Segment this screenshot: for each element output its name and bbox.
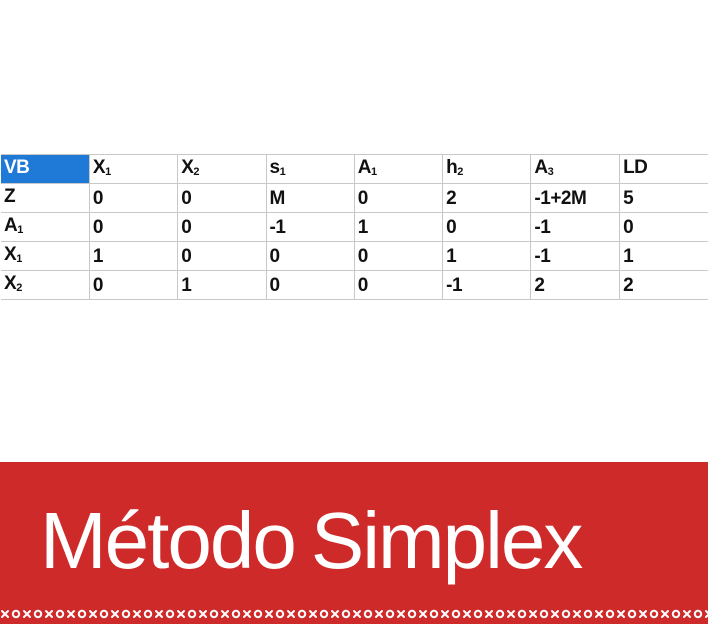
decorative-pattern-strip: [0, 606, 708, 624]
tableau-row-x1: X1 1 0 0 0 1 -1 1: [1, 241, 708, 271]
header-cell-x1[interactable]: X1: [89, 154, 179, 184]
table-cell[interactable]: -1: [266, 212, 355, 242]
table-cell[interactable]: M: [266, 183, 355, 213]
row-label-cell[interactable]: A1: [1, 212, 90, 242]
tableau-row-a1: A1 0 0 -1 1 0 -1 0: [1, 212, 708, 242]
header-cell-ld[interactable]: LD: [619, 154, 708, 184]
table-cell[interactable]: 2: [530, 270, 621, 300]
tableau-header-row: VB X1 X2 s1 A1 h2 A3 LD: [1, 154, 708, 184]
banner-title-word1: Método: [40, 496, 297, 585]
table-cell[interactable]: 5: [619, 183, 708, 213]
table-cell[interactable]: 0: [354, 183, 444, 213]
banner-title: Método Simplex: [40, 496, 597, 586]
table-cell[interactable]: 1: [89, 241, 179, 271]
row-label-cell[interactable]: X2: [1, 270, 90, 300]
table-cell[interactable]: 0: [619, 212, 708, 242]
table-cell[interactable]: 0: [177, 212, 267, 242]
table-cell[interactable]: 2: [442, 183, 532, 213]
table-cell[interactable]: 0: [89, 183, 179, 213]
header-cell-a3[interactable]: A3: [530, 154, 621, 184]
tableau-row-x2: X2 0 1 0 0 -1 2 2: [1, 270, 708, 300]
table-cell[interactable]: 2: [619, 270, 708, 300]
table-cell[interactable]: 1: [442, 241, 532, 271]
table-cell[interactable]: 0: [442, 212, 532, 242]
row-label-cell[interactable]: Z: [1, 183, 90, 213]
table-cell[interactable]: -1+2M: [530, 183, 621, 213]
row-label-cell[interactable]: X1: [1, 241, 90, 271]
banner-title-word2: Simplex: [310, 496, 584, 585]
table-cell[interactable]: 1: [177, 270, 267, 300]
table-cell[interactable]: 0: [266, 270, 355, 300]
table-cell[interactable]: -1: [530, 241, 621, 271]
table-cell[interactable]: 1: [619, 241, 708, 271]
table-cell[interactable]: -1: [442, 270, 532, 300]
header-cell-a1[interactable]: A1: [354, 154, 444, 184]
table-cell[interactable]: 0: [177, 241, 267, 271]
table-cell[interactable]: 0: [89, 270, 179, 300]
title-banner: Método Simplex: [0, 462, 708, 608]
xo-pattern-icon: [0, 606, 708, 624]
header-cell-h2[interactable]: h2: [442, 154, 532, 184]
tableau-row-z: Z 0 0 M 0 2 -1+2M 5: [1, 183, 708, 213]
table-cell[interactable]: 0: [354, 270, 444, 300]
table-cell[interactable]: 1: [354, 212, 444, 242]
header-cell-x2[interactable]: X2: [177, 154, 267, 184]
header-cell-s1[interactable]: s1: [266, 154, 355, 184]
table-cell[interactable]: 0: [354, 241, 444, 271]
simplex-tableau: VB X1 X2 s1 A1 h2 A3 LD Z 0 0 M 0 2 -1+2…: [1, 154, 708, 300]
table-cell[interactable]: 0: [89, 212, 179, 242]
table-cell[interactable]: 0: [266, 241, 355, 271]
table-cell[interactable]: 0: [177, 183, 267, 213]
table-cell[interactable]: -1: [530, 212, 621, 242]
header-cell-vb[interactable]: VB: [1, 154, 90, 184]
